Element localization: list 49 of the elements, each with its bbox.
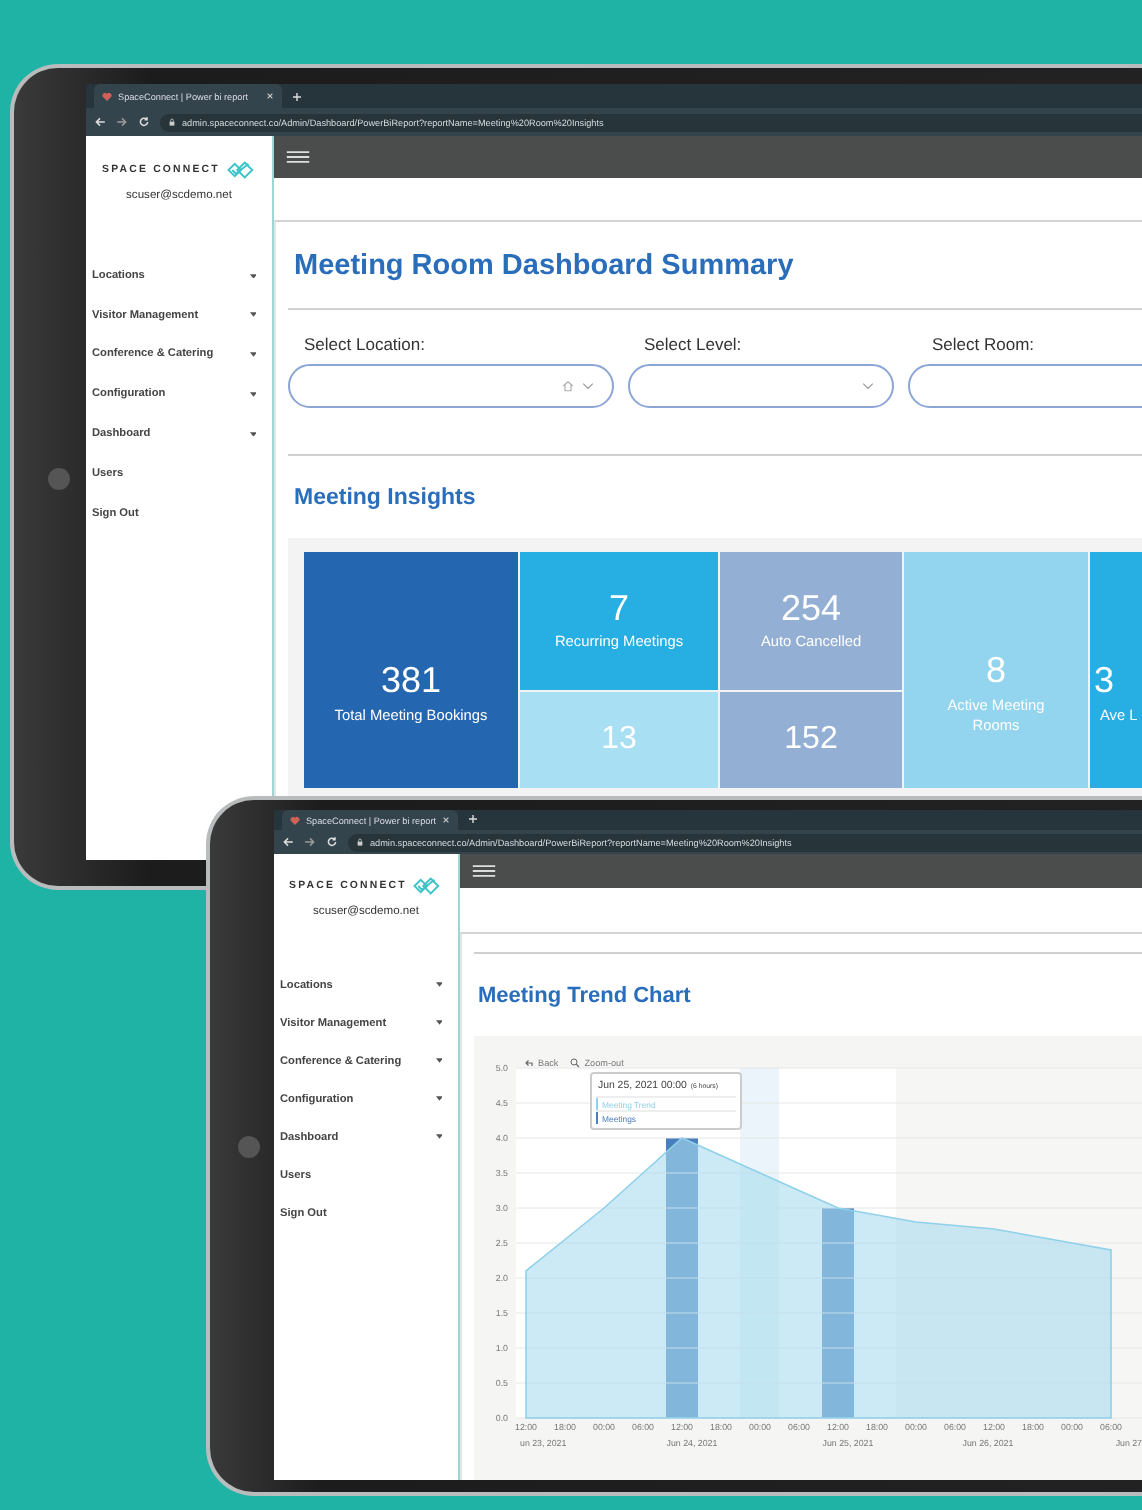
caret-icon (249, 312, 256, 318)
lock-icon (356, 838, 364, 846)
lock-icon (168, 118, 176, 126)
chevron-down-icon (582, 382, 594, 390)
forward-arrow-icon[interactable] (304, 836, 316, 848)
menu-icon[interactable] (286, 150, 310, 164)
home-icon (562, 380, 574, 392)
filter-label: Select Location: (302, 334, 427, 354)
section-title: Meeting Insights (294, 485, 476, 509)
chart-title: Meeting Trend Chart (478, 983, 691, 1007)
close-icon[interactable] (442, 816, 450, 824)
metric-value: 152 (784, 722, 838, 758)
new-tab-icon[interactable] (292, 92, 302, 102)
metric-value: 8 (985, 652, 1006, 692)
metric-value: 254 (780, 589, 842, 629)
caret-icon (435, 1020, 442, 1026)
close-icon[interactable] (266, 92, 274, 100)
new-tab-icon[interactable] (468, 814, 478, 824)
caret-icon (435, 1134, 442, 1140)
caret-icon (435, 1096, 442, 1102)
reload-icon[interactable] (138, 116, 150, 128)
forward-arrow-icon[interactable] (116, 116, 128, 128)
metric-value: 13 (601, 722, 637, 758)
caret-icon (249, 273, 256, 279)
caret-icon (249, 392, 256, 398)
caret-icon (249, 352, 256, 358)
back-arrow-icon[interactable] (94, 116, 106, 128)
logo-icon (225, 160, 256, 180)
caret-icon (435, 982, 442, 988)
metric-value: 3 (1094, 662, 1115, 702)
metric-value: 381 (380, 662, 442, 702)
dropdown-field[interactable] (908, 364, 1142, 408)
page-title: Meeting Room Dashboard Summary (294, 249, 794, 281)
magnifier-icon (570, 1058, 581, 1068)
logo-icon (412, 876, 443, 896)
dropdown-field[interactable] (288, 364, 614, 408)
caret-icon (249, 431, 256, 437)
chevron-down-icon (862, 382, 874, 390)
favicon-icon (290, 815, 300, 825)
filter-label: Select Room: (930, 334, 1037, 354)
reload-icon[interactable] (326, 836, 338, 848)
back-arrow-icon (524, 1058, 534, 1068)
favicon-icon (102, 91, 112, 101)
caret-icon (435, 1058, 442, 1064)
back-arrow-icon[interactable] (282, 836, 294, 848)
filter-label: Select Level: (642, 334, 744, 354)
dropdown-field[interactable] (628, 364, 894, 408)
menu-icon[interactable] (472, 864, 496, 878)
metric-value: 7 (608, 589, 629, 629)
